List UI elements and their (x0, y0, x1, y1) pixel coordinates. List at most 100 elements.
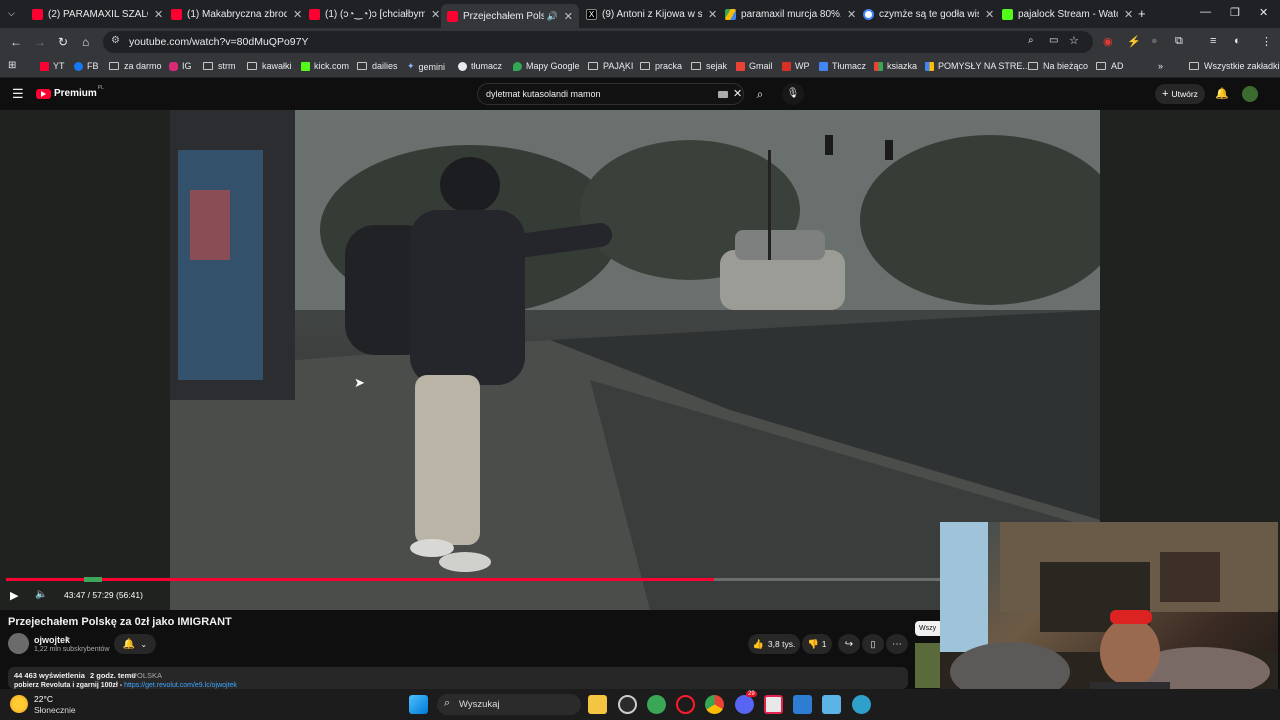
restore-icon[interactable]: ❐ (1230, 6, 1240, 19)
tab-czymze[interactable]: czymże są te godła wisz ✕ (857, 4, 1000, 24)
voice-search-mic-icon[interactable]: 🎙 (782, 83, 804, 105)
home-icon[interactable]: ⌂ (82, 35, 89, 49)
obs-icon[interactable] (618, 695, 637, 714)
speaker-icon[interactable]: 🔊 (547, 11, 558, 22)
close-icon[interactable]: ✕ (847, 8, 856, 21)
tab-antoni[interactable]: X (9) Antoni z Kijowa w serw ✕ (580, 4, 723, 24)
tab-paramaxil-drive[interactable]: paramaxil murcja 80%.mp ✕ (719, 4, 862, 24)
tab-makabryczna[interactable]: (1) Makabryczna zbrodnia ✕ (165, 4, 308, 24)
bookmark-pomysly[interactable]: POMYSŁY NA STRE... (925, 61, 1030, 71)
bookmark-tlumacz-google[interactable]: Tłumacz (819, 61, 866, 71)
bookmark-fb[interactable]: FB (74, 61, 99, 71)
opera-gx-icon[interactable] (676, 695, 695, 714)
bookmark-strm[interactable]: strm (203, 61, 236, 71)
description-link[interactable]: https://get.revolut.com/e9.lc/ojwojtek (124, 682, 237, 689)
search-icon[interactable]: ⌕ (748, 83, 772, 105)
discord-icon[interactable] (735, 695, 754, 714)
windows-start-icon[interactable] (409, 695, 428, 714)
new-tab-plus-icon[interactable]: + (1138, 6, 1146, 21)
cast-icon[interactable]: ▭ (1049, 35, 1058, 46)
share-button[interactable]: ↪ (838, 634, 860, 654)
weather-desc[interactable]: Słonecznie (34, 705, 76, 715)
close-icon[interactable]: ✕ (293, 8, 302, 21)
more-actions-button[interactable]: ⋯ (886, 634, 908, 654)
bookmark-gmail[interactable]: Gmail (736, 61, 773, 71)
weather-sun-icon[interactable] (10, 695, 28, 713)
apps-grid-icon[interactable]: ⊞ (8, 60, 16, 71)
browser-menu-icon[interactable]: ⋮ (1261, 35, 1272, 48)
search-input[interactable]: dyletmat kutasolandi mamon ✕ (477, 83, 744, 105)
globe-icon[interactable] (852, 695, 871, 714)
account-avatar[interactable] (1242, 86, 1258, 102)
close-icon[interactable]: ✕ (154, 8, 163, 21)
minimize-icon[interactable]: — (1200, 6, 1211, 18)
bookmark-mapy-google[interactable]: Mapy Google (513, 61, 580, 71)
youtube-premium-logo[interactable]: Premium PL (36, 85, 104, 99)
extension-disabled-icon[interactable]: ● (1151, 35, 1158, 47)
bookmark-za-darmo[interactable]: za darmo (109, 61, 162, 71)
notifications-bell-icon[interactable]: 🔔 (1215, 87, 1229, 100)
bookmark-pajaki[interactable]: PAJĄKI (588, 61, 633, 71)
reading-list-icon[interactable]: ≡ (1210, 35, 1216, 47)
chapter-marker[interactable] (84, 577, 102, 582)
location-tag[interactable]: POLSKA (132, 671, 162, 680)
search-query-text[interactable]: dyletmat kutasolandi mamon (486, 89, 601, 99)
paint-icon[interactable] (793, 695, 812, 714)
bookmark-yt[interactable]: YT (40, 61, 65, 71)
close-icon[interactable]: ✕ (985, 8, 994, 21)
close-icon[interactable]: ✕ (1124, 8, 1133, 21)
extensions-puzzle-icon[interactable]: ⧉ (1175, 35, 1183, 48)
reload-icon[interactable]: ↻ (58, 35, 68, 49)
all-bookmarks-folder[interactable]: Wszystkie zakładki (1189, 61, 1280, 71)
bookmark-gemini[interactable]: ✦ gemini (407, 61, 445, 72)
window-close-icon[interactable]: ✕ (1259, 6, 1268, 19)
file-explorer-icon[interactable] (588, 695, 607, 714)
taskbar-search[interactable]: ⌕ Wyszukaj (437, 694, 581, 715)
profile-avatar-icon[interactable]: ◐ (1234, 35, 1241, 47)
bookmark-ksiazka[interactable]: ksiazka (874, 61, 917, 71)
tab-search-chevron-icon[interactable]: ⌵ (8, 8, 15, 19)
dislike-button[interactable]: 👎 1 (802, 634, 832, 654)
tab-pajalock[interactable]: pajalock Stream - Watch ✕ (996, 4, 1139, 24)
play-icon[interactable]: ▶ (10, 589, 18, 602)
keyboard-icon[interactable] (718, 91, 728, 98)
weather-temp[interactable]: 22°C (34, 694, 53, 704)
clear-search-icon[interactable]: ✕ (733, 87, 742, 100)
record-extension-icon[interactable]: ◉ (1103, 35, 1113, 48)
bookmark-sejak[interactable]: sejak (691, 61, 727, 71)
guide-menu-icon[interactable]: ☰ (12, 86, 24, 102)
description-box[interactable]: 44 463 wyświetlenia 2 godz. temu POLSKA … (8, 667, 908, 689)
url-omnibox[interactable]: ⚙ youtube.com/watch?v=80dMuQPo97Y ⌕ ▭ ☆ (103, 31, 1093, 53)
bookmark-kawalki[interactable]: kawałki (247, 61, 292, 71)
bookmark-star-icon[interactable]: ☆ (1069, 34, 1079, 47)
forward-arrow-icon[interactable]: → (34, 35, 46, 49)
create-button[interactable]: + Utwórz (1155, 84, 1205, 104)
bookmark-wp[interactable]: WP (782, 61, 810, 71)
bookmark-tlumacz[interactable]: tłumacz (458, 61, 502, 71)
channel-avatar[interactable] (8, 633, 29, 654)
channel-name[interactable]: ojwojtek (34, 635, 70, 645)
url-text[interactable]: youtube.com/watch?v=80dMuQPo97Y (129, 36, 308, 48)
save-button[interactable]: ▯ (862, 634, 884, 654)
more-bookmarks-chevron-icon[interactable]: » (1158, 61, 1163, 71)
close-icon[interactable]: ✕ (708, 8, 717, 21)
close-icon[interactable]: ✕ (564, 10, 573, 23)
volume-icon[interactable]: 🔈 (35, 589, 47, 600)
bookmark-ig[interactable]: IG (169, 61, 192, 71)
bookmark-dailies[interactable]: dailies (357, 61, 398, 71)
back-arrow-icon[interactable]: ← (10, 35, 22, 49)
bookmark-kick[interactable]: kick.com (301, 61, 349, 71)
shield-icon[interactable] (647, 695, 666, 714)
progress-played[interactable] (6, 578, 714, 581)
bookmark-ad[interactable]: AD (1096, 61, 1124, 71)
like-button[interactable]: 👍 3,8 tys. (748, 634, 800, 654)
zoom-search-icon[interactable]: ⌕ (1028, 35, 1034, 46)
tab-przejechalem-active[interactable]: Przejechałem Polskę z 🔊 ✕ (441, 4, 579, 28)
subscribed-notifications-button[interactable]: 🔔 ⌄ (114, 634, 156, 654)
bookmark-na-biezaco[interactable]: Na bieżąco (1028, 61, 1088, 71)
extension-icon[interactable]: ⚡ (1127, 35, 1141, 48)
related-thumbnail[interactable] (915, 643, 940, 688)
notepad-icon[interactable] (822, 695, 841, 714)
filter-chip-all[interactable]: Wszy (915, 621, 943, 636)
close-icon[interactable]: ✕ (431, 8, 440, 21)
